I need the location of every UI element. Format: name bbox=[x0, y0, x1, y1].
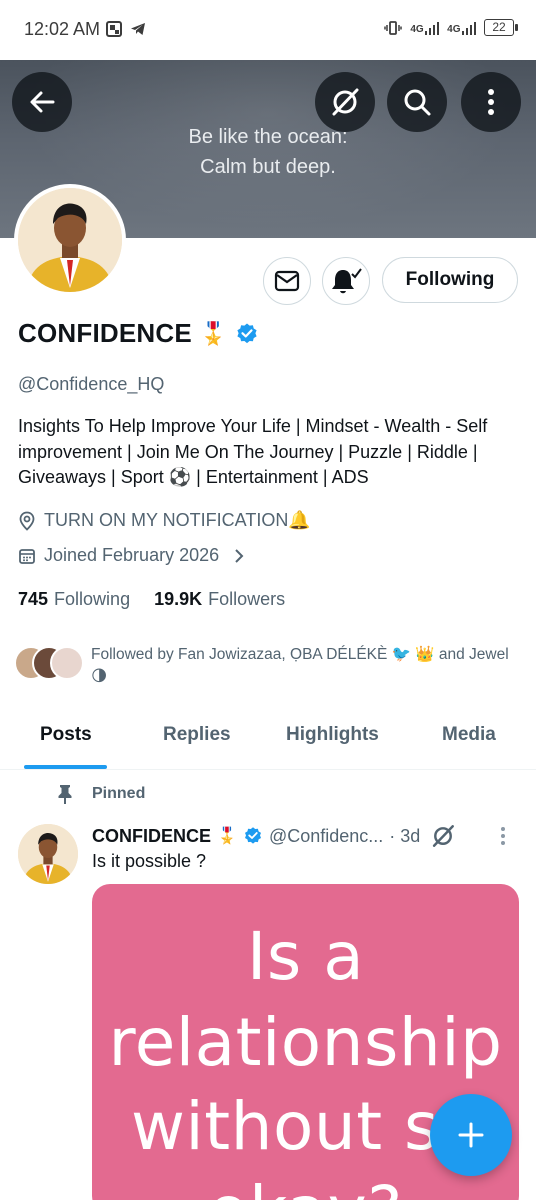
profile-location: TURN ON MY NOTIFICATION🔔 bbox=[18, 510, 311, 531]
grok-icon bbox=[332, 88, 359, 116]
back-button[interactable] bbox=[12, 72, 72, 132]
profile-bio: Insights To Help Improve Your Life | Min… bbox=[18, 416, 488, 487]
search-button[interactable] bbox=[387, 72, 447, 132]
chevron-right-icon bbox=[235, 548, 244, 563]
grok-button[interactable] bbox=[315, 72, 375, 132]
vibrate-icon bbox=[384, 20, 403, 35]
profile-stats: 745 Following 19.9K Followers bbox=[18, 589, 285, 610]
mail-icon bbox=[274, 270, 300, 292]
medal-emoji: 🎖️ bbox=[199, 320, 228, 346]
tab-media[interactable]: Media bbox=[442, 724, 496, 746]
signal-1: 4G bbox=[410, 21, 440, 35]
followed-by-avatars bbox=[14, 646, 86, 682]
signal-bars-icon bbox=[461, 21, 476, 35]
signal-bars-icon bbox=[424, 21, 440, 35]
medal-emoji: 🎖️ bbox=[217, 828, 237, 845]
status-bar: 12:02 AM 4G 4G 22 bbox=[0, 0, 536, 60]
notifications-button[interactable] bbox=[322, 257, 370, 305]
profile-joined[interactable]: Joined February 2026 bbox=[18, 545, 245, 566]
message-button[interactable] bbox=[263, 257, 311, 305]
status-right-icons: 4G 4G 22 bbox=[384, 19, 518, 36]
verified-badge-icon[interactable] bbox=[235, 322, 259, 346]
avatar-illustration bbox=[18, 824, 78, 884]
status-left-icons bbox=[106, 21, 146, 37]
more-vertical-icon bbox=[501, 827, 505, 845]
telegram-icon bbox=[131, 23, 145, 35]
verified-badge-icon bbox=[244, 827, 261, 844]
profile-handle: @Confidence_HQ bbox=[18, 374, 165, 394]
location-icon bbox=[19, 511, 35, 531]
bell-check-icon bbox=[332, 268, 362, 294]
active-tab-indicator bbox=[24, 765, 107, 769]
grok-icon[interactable] bbox=[430, 823, 456, 849]
more-vertical-icon bbox=[488, 89, 494, 115]
post-text: Is it possible ? bbox=[92, 851, 207, 871]
post-author-handle: @Confidenc... bbox=[268, 825, 384, 846]
post-author-avatar[interactable] bbox=[18, 824, 78, 884]
tab-replies[interactable]: Replies bbox=[163, 724, 231, 746]
profile-name: CONFIDENCE bbox=[18, 318, 192, 348]
following-button[interactable]: Following bbox=[382, 257, 518, 303]
avatar-illustration bbox=[18, 188, 122, 292]
search-icon bbox=[404, 89, 431, 116]
battery-indicator: 22 bbox=[484, 19, 518, 36]
post-image-text: okay? bbox=[92, 1176, 519, 1200]
post-image-text: relationship bbox=[108, 1004, 503, 1081]
profile-avatar[interactable] bbox=[14, 184, 126, 296]
profile-tabs: Posts Replies Highlights Media bbox=[0, 712, 536, 770]
post-image-text: Is a bbox=[246, 918, 365, 995]
signal-2: 4G bbox=[447, 21, 476, 35]
compose-plus-icon bbox=[458, 1122, 484, 1148]
post-more-button[interactable] bbox=[499, 826, 507, 851]
banner-quote: Be like the ocean: Calm but deep. bbox=[188, 126, 348, 178]
post-header: CONFIDENCE 🎖️ @Confidenc... · 3d bbox=[92, 823, 492, 849]
pinned-label: Pinned bbox=[56, 784, 145, 804]
gallery-notification-icon bbox=[106, 21, 122, 37]
post-author-name[interactable]: CONFIDENCE bbox=[92, 826, 211, 847]
compose-button[interactable] bbox=[430, 1094, 512, 1176]
calendar-icon bbox=[19, 548, 35, 564]
back-icon bbox=[30, 91, 55, 113]
profile-name-row: CONFIDENCE 🎖️ bbox=[18, 318, 259, 349]
following-stat[interactable]: 745 Following bbox=[18, 589, 130, 610]
tab-highlights[interactable]: Highlights bbox=[286, 724, 379, 746]
avatar bbox=[50, 646, 84, 680]
status-time: 12:02 AM bbox=[24, 19, 101, 39]
pin-icon bbox=[58, 785, 72, 804]
followers-stat[interactable]: 19.9K Followers bbox=[154, 589, 285, 610]
followed-by-text: Followed by Fan Jowizazaa, ỌBA DÉLÉKÈ 🐦 … bbox=[91, 646, 509, 685]
more-options-button[interactable] bbox=[461, 72, 521, 132]
post-timestamp: · 3d bbox=[389, 825, 421, 846]
tab-posts[interactable]: Posts bbox=[40, 724, 92, 746]
